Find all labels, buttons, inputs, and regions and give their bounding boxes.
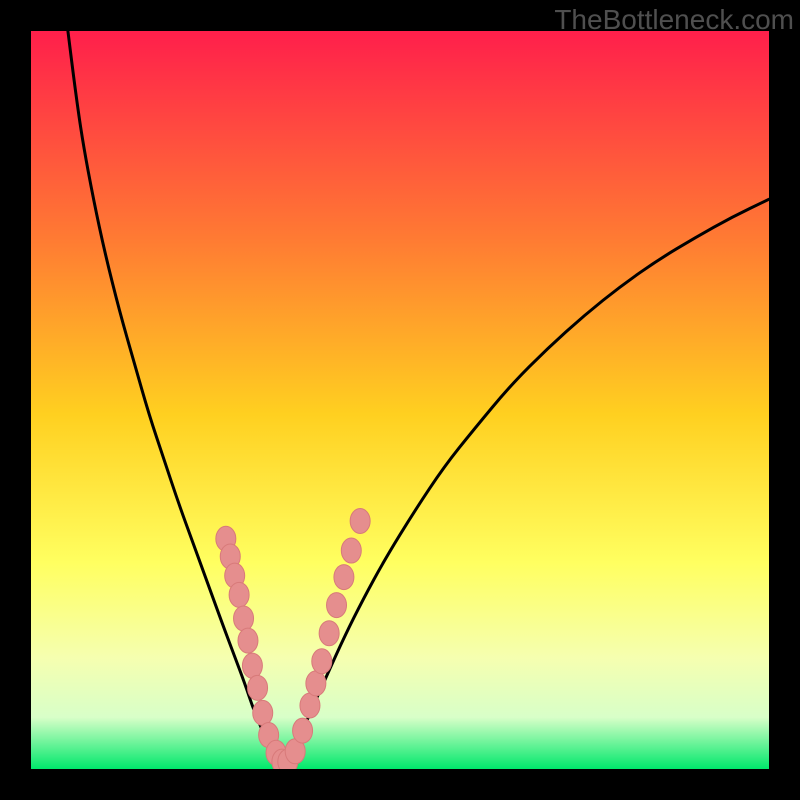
gradient-background <box>31 31 769 769</box>
marker-point <box>312 649 332 674</box>
chart-frame: { "watermark": "TheBottleneck.com", "col… <box>0 0 800 800</box>
marker-point <box>300 693 320 718</box>
marker-point <box>327 593 347 618</box>
plot-area <box>31 31 769 769</box>
marker-point <box>242 653 262 678</box>
marker-point <box>229 582 249 607</box>
marker-point <box>248 675 268 700</box>
marker-point <box>238 628 258 653</box>
marker-point <box>350 509 370 534</box>
watermark-text: TheBottleneck.com <box>554 4 794 36</box>
chart-svg <box>31 31 769 769</box>
marker-point <box>319 621 339 646</box>
marker-point <box>334 565 354 590</box>
marker-point <box>293 718 313 743</box>
marker-point <box>341 538 361 563</box>
marker-point <box>253 700 273 725</box>
marker-point <box>234 606 254 631</box>
marker-point <box>306 671 326 696</box>
